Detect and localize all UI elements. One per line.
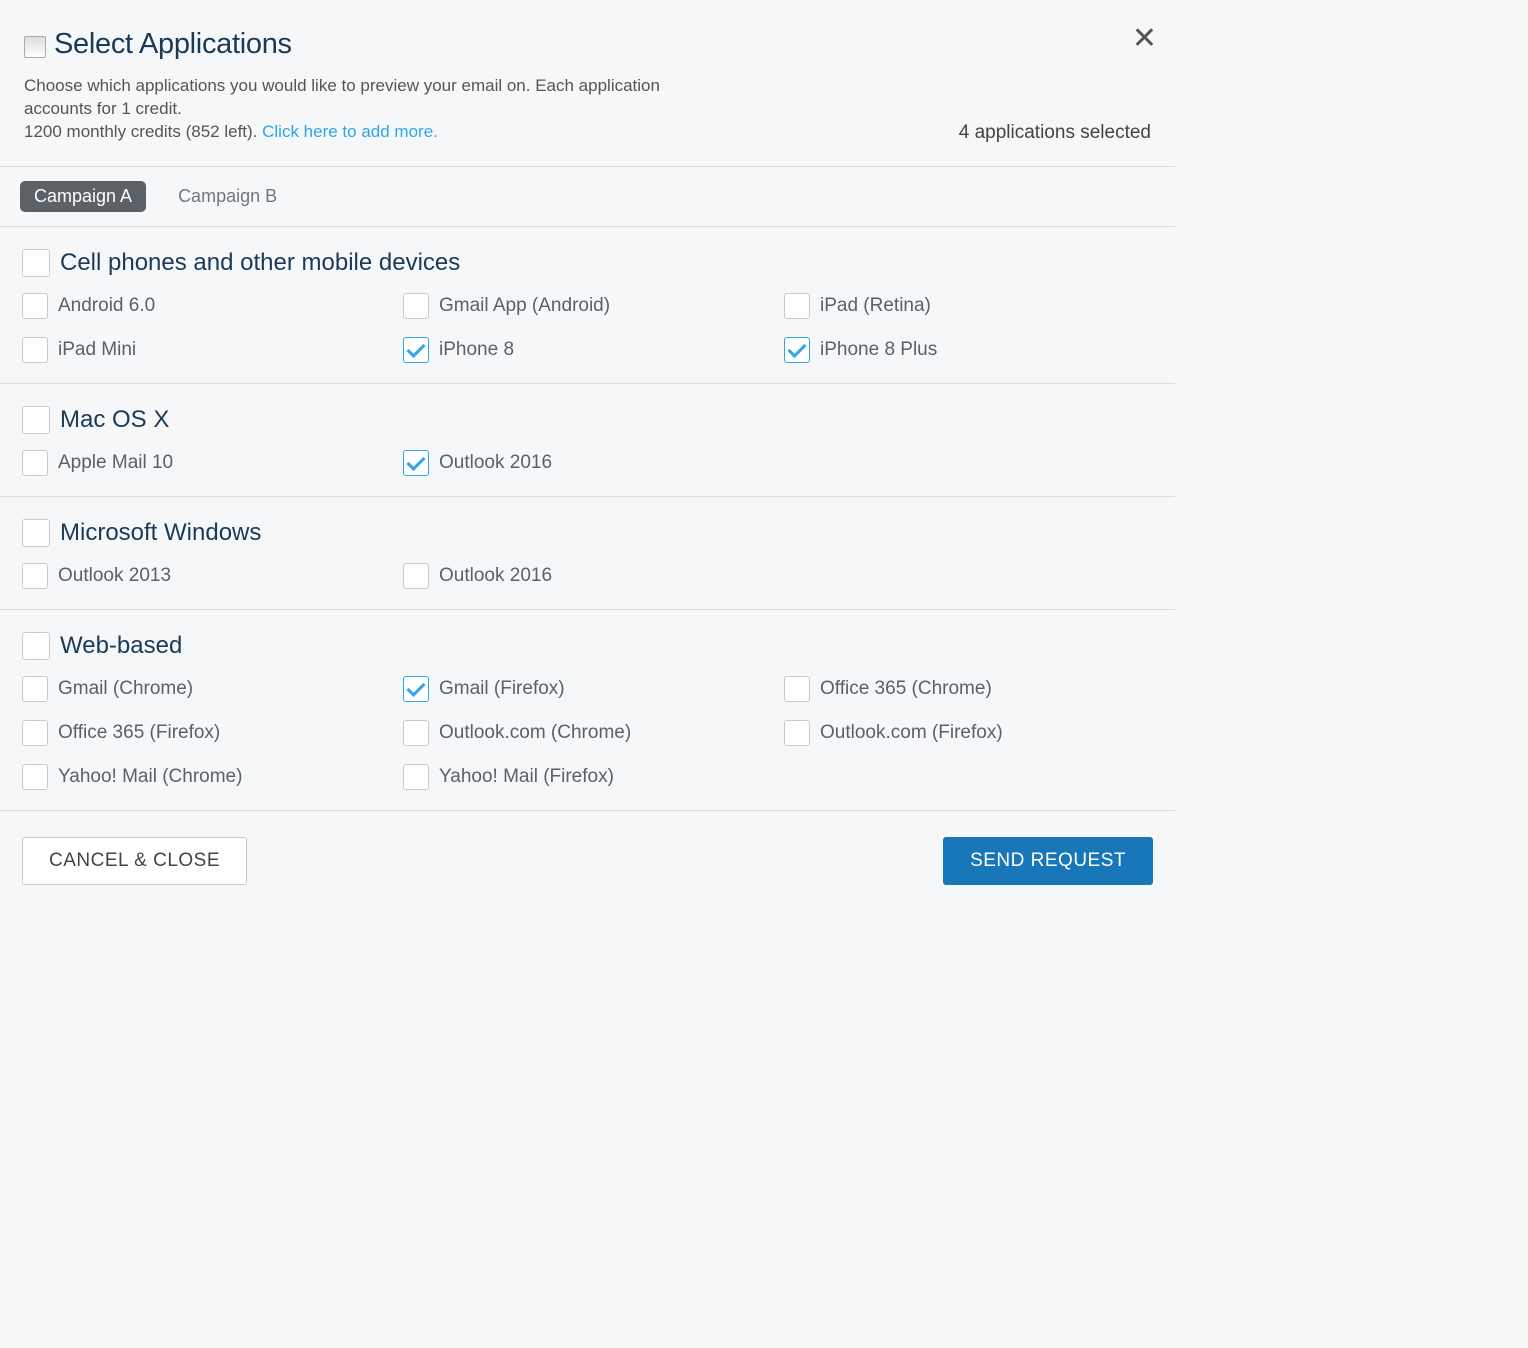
group-header: Microsoft Windows — [22, 519, 1153, 547]
application-item: iPad (Retina) — [784, 293, 1153, 319]
group: Microsoft WindowsOutlook 2013Outlook 201… — [0, 497, 1175, 610]
application-label: Yahoo! Mail (Firefox) — [439, 766, 614, 788]
modal-header: ✕ Select Applications Choose which appli… — [0, 0, 1175, 166]
applications-icon — [24, 36, 46, 58]
application-checkbox[interactable] — [784, 676, 810, 702]
group-header: Web-based — [22, 632, 1153, 660]
application-label: Yahoo! Mail (Chrome) — [58, 766, 242, 788]
application-item: Outlook 2016 — [403, 450, 772, 476]
group-title: Cell phones and other mobile devices — [60, 251, 460, 275]
application-item: Yahoo! Mail (Firefox) — [403, 764, 772, 790]
application-checkbox[interactable] — [403, 563, 429, 589]
tab-campaign-b[interactable]: Campaign B — [164, 181, 291, 212]
application-checkbox[interactable] — [22, 764, 48, 790]
application-item: Apple Mail 10 — [22, 450, 391, 476]
cancel-button[interactable]: CANCEL & CLOSE — [22, 837, 247, 885]
application-checkbox[interactable] — [403, 720, 429, 746]
application-checkbox[interactable] — [22, 450, 48, 476]
application-checkbox[interactable] — [403, 676, 429, 702]
application-item: Gmail (Chrome) — [22, 676, 391, 702]
application-label: Outlook.com (Chrome) — [439, 722, 631, 744]
application-label: Gmail (Chrome) — [58, 678, 193, 700]
application-label: iPad (Retina) — [820, 295, 931, 317]
close-icon[interactable]: ✕ — [1132, 24, 1157, 54]
tab-campaign-a[interactable]: Campaign A — [20, 181, 146, 212]
modal-title: Select Applications — [54, 28, 292, 61]
group-items: Apple Mail 10 Outlook 2016 — [22, 450, 1153, 476]
application-label: iPhone 8 Plus — [820, 339, 937, 361]
application-checkbox[interactable] — [403, 293, 429, 319]
application-label: Outlook.com (Firefox) — [820, 722, 1003, 744]
application-label: Outlook 2016 — [439, 452, 552, 474]
application-checkbox[interactable] — [22, 293, 48, 319]
group: Cell phones and other mobile devices Andr… — [0, 227, 1175, 384]
group-items: Gmail (Chrome) Gmail (Firefox) Office 365 … — [22, 676, 1153, 790]
application-label: Outlook 2016 — [439, 565, 552, 587]
group-items: Android 6.0 Gmail App (Android) iPad (Reti… — [22, 293, 1153, 363]
application-checkbox[interactable] — [403, 764, 429, 790]
application-checkbox[interactable] — [22, 720, 48, 746]
application-label: Android 6.0 — [58, 295, 155, 317]
application-label: iPad Mini — [58, 339, 136, 361]
application-checkbox[interactable] — [403, 450, 429, 476]
application-item: iPhone 8 Plus — [784, 337, 1153, 363]
selected-count: 4 applications selected — [959, 122, 1151, 144]
group-header: Cell phones and other mobile devices — [22, 249, 1153, 277]
campaign-tabs: Campaign A Campaign B — [0, 166, 1175, 227]
application-checkbox[interactable] — [22, 676, 48, 702]
application-label: Outlook 2013 — [58, 565, 171, 587]
application-item: iPhone 8 — [403, 337, 772, 363]
subtitle-row: Choose which applications you would like… — [24, 75, 1151, 144]
application-label: Gmail (Firefox) — [439, 678, 565, 700]
group-items: Outlook 2013 Outlook 2016 — [22, 563, 1153, 589]
application-label: Office 365 (Firefox) — [58, 722, 220, 744]
application-label: Office 365 (Chrome) — [820, 678, 992, 700]
group: Web-based Gmail (Chrome) Gmail (Firefox) Of… — [0, 610, 1175, 811]
modal-description: Choose which applications you would like… — [24, 75, 704, 144]
group-title: Mac OS X — [60, 408, 169, 432]
application-item: Outlook.com (Chrome) — [403, 720, 772, 746]
application-item: iPad Mini — [22, 337, 391, 363]
group-title: Web-based — [60, 634, 182, 658]
send-request-button[interactable]: SEND REQUEST — [943, 837, 1153, 885]
group-checkbox[interactable] — [22, 406, 50, 434]
group-checkbox[interactable] — [22, 632, 50, 660]
group-checkbox[interactable] — [22, 249, 50, 277]
application-checkbox[interactable] — [22, 563, 48, 589]
application-checkbox[interactable] — [784, 720, 810, 746]
application-checkbox[interactable] — [784, 293, 810, 319]
group: Mac OS X Apple Mail 10 Outlook 2016 — [0, 384, 1175, 497]
application-item: Gmail App (Android) — [403, 293, 772, 319]
application-item: Outlook 2016 — [403, 563, 772, 589]
application-item: Yahoo! Mail (Chrome) — [22, 764, 391, 790]
application-item: Android 6.0 — [22, 293, 391, 319]
description-line-1: Choose which applications you would like… — [24, 76, 660, 118]
application-item: Office 365 (Chrome) — [784, 676, 1153, 702]
group-header: Mac OS X — [22, 406, 1153, 434]
credits-text: 1200 monthly credits (852 left). — [24, 122, 262, 141]
group-title: Microsoft Windows — [60, 521, 261, 545]
add-more-link[interactable]: Click here to add more. — [262, 122, 438, 141]
application-item: Outlook 2013 — [22, 563, 391, 589]
application-label: Apple Mail 10 — [58, 452, 173, 474]
application-checkbox[interactable] — [22, 337, 48, 363]
application-item: Gmail (Firefox) — [403, 676, 772, 702]
application-item: Outlook.com (Firefox) — [784, 720, 1153, 746]
select-applications-modal: ✕ Select Applications Choose which appli… — [0, 0, 1175, 911]
application-label: iPhone 8 — [439, 339, 514, 361]
application-item: Office 365 (Firefox) — [22, 720, 391, 746]
group-checkbox[interactable] — [22, 519, 50, 547]
application-checkbox[interactable] — [403, 337, 429, 363]
title-row: Select Applications — [24, 28, 1151, 61]
application-groups: Cell phones and other mobile devices Andr… — [0, 227, 1175, 811]
modal-footer: CANCEL & CLOSE SEND REQUEST — [0, 811, 1175, 911]
application-checkbox[interactable] — [784, 337, 810, 363]
application-label: Gmail App (Android) — [439, 295, 610, 317]
